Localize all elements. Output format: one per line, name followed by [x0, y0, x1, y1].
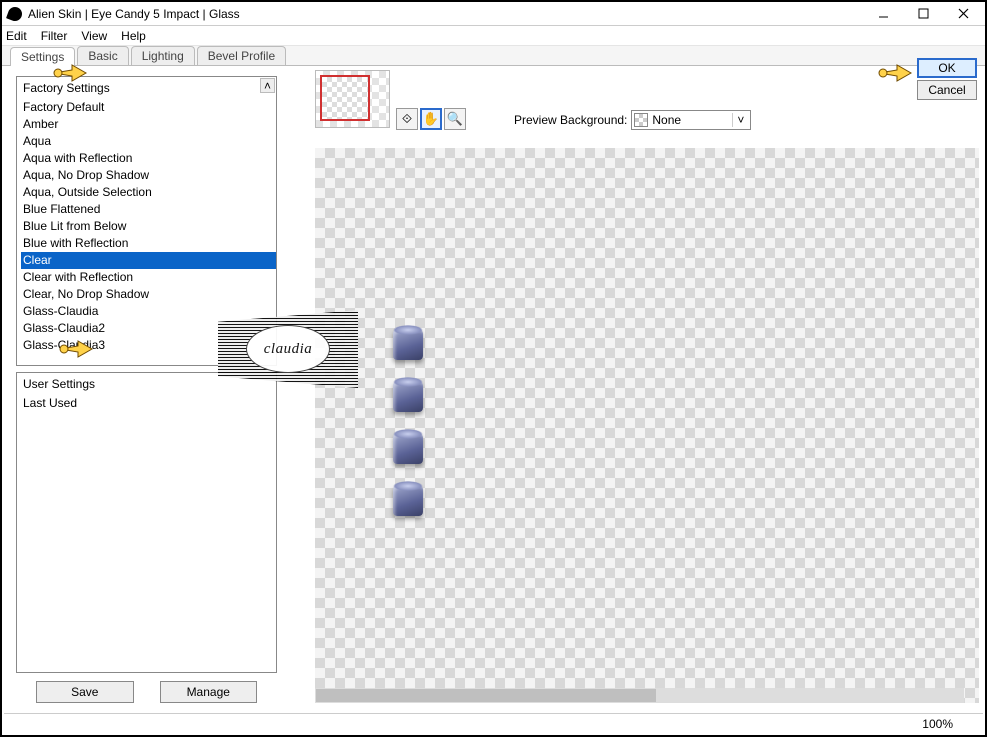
magnifier-icon: 🔍 [447, 111, 463, 127]
factory-settings-header: Factory Settings [21, 79, 276, 99]
minimize-button[interactable] [863, 3, 903, 25]
hand-icon: ✋ [423, 111, 439, 127]
list-item[interactable]: Clear with Reflection [21, 269, 276, 286]
manage-button[interactable]: Manage [160, 681, 258, 703]
close-button[interactable] [943, 3, 983, 25]
preview-background-label: Preview Background: [514, 113, 627, 127]
menu-filter[interactable]: Filter [41, 29, 68, 43]
preview-toolbar: ⟐ ✋ 🔍 [396, 108, 466, 130]
preview-panel: ⟐ ✋ 🔍 Preview Background: None ˅ OK Canc… [289, 68, 985, 711]
list-item[interactable]: Blue Lit from Below [21, 218, 276, 235]
preview-object [393, 380, 423, 412]
navigator-icon: ⟐ [402, 111, 412, 127]
preview-canvas[interactable] [315, 148, 979, 703]
zoom-tool[interactable]: 🔍 [444, 108, 466, 130]
watermark: claudia [218, 310, 358, 388]
list-item[interactable]: Aqua, No Drop Shadow [21, 167, 276, 184]
navigator-tool[interactable]: ⟐ [396, 108, 418, 130]
thumbnail-strip [315, 70, 390, 128]
list-item[interactable]: Last Used [21, 395, 276, 412]
menubar: Edit Filter View Help [2, 26, 985, 46]
save-button[interactable]: Save [36, 681, 134, 703]
cancel-button[interactable]: Cancel [917, 80, 977, 100]
chevron-down-icon: ˅ [732, 113, 748, 127]
list-item[interactable]: Factory Default [21, 99, 276, 116]
pan-tool[interactable]: ✋ [420, 108, 442, 130]
list-item[interactable]: Amber [21, 116, 276, 133]
preview-scrollbar-horizontal[interactable] [315, 688, 964, 703]
thumbnail-selected[interactable] [320, 75, 370, 121]
scroll-up-icon[interactable]: ˄ [260, 78, 275, 93]
watermark-text: claudia [246, 325, 330, 373]
preview-object [393, 328, 423, 360]
list-item[interactable]: Aqua [21, 133, 276, 150]
list-item[interactable]: Blue with Reflection [21, 235, 276, 252]
zoom-level: 100% [922, 717, 953, 731]
preview-background-select[interactable]: None ˅ [631, 110, 751, 130]
tab-settings[interactable]: Settings [10, 47, 75, 66]
tab-basic[interactable]: Basic [77, 46, 128, 65]
preview-background-control: Preview Background: None ˅ [514, 110, 751, 130]
list-item[interactable]: Aqua with Reflection [21, 150, 276, 167]
list-item[interactable]: Aqua, Outside Selection [21, 184, 276, 201]
tab-lighting[interactable]: Lighting [131, 46, 195, 65]
preview-object [393, 484, 423, 516]
statusbar: 100% [4, 713, 983, 733]
app-icon [6, 5, 24, 23]
menu-help[interactable]: Help [121, 29, 146, 43]
list-item[interactable]: Glass-Claudia [21, 303, 276, 320]
transparency-swatch-icon [634, 113, 648, 127]
titlebar: Alien Skin | Eye Candy 5 Impact | Glass [2, 2, 985, 26]
scrollbar-thumb[interactable] [316, 689, 656, 702]
user-settings-header: User Settings [21, 375, 276, 395]
menu-view[interactable]: View [81, 29, 107, 43]
settings-panel: ˄ Factory Settings Factory DefaultAmberA… [2, 68, 289, 711]
menu-edit[interactable]: Edit [6, 29, 27, 43]
tabstrip: Settings Basic Lighting Bevel Profile [2, 46, 985, 66]
preview-background-value: None [652, 113, 681, 127]
window-title: Alien Skin | Eye Candy 5 Impact | Glass [28, 7, 240, 21]
tab-bevel-profile[interactable]: Bevel Profile [197, 46, 286, 65]
user-settings-list[interactable]: User Settings Last Used [16, 372, 277, 673]
ok-button[interactable]: OK [917, 58, 977, 78]
action-buttons: OK Cancel [917, 58, 979, 102]
preview-object [393, 432, 423, 464]
list-item[interactable]: Clear [21, 252, 276, 269]
list-item[interactable]: Blue Flattened [21, 201, 276, 218]
maximize-button[interactable] [903, 3, 943, 25]
list-item[interactable]: Clear, No Drop Shadow [21, 286, 276, 303]
